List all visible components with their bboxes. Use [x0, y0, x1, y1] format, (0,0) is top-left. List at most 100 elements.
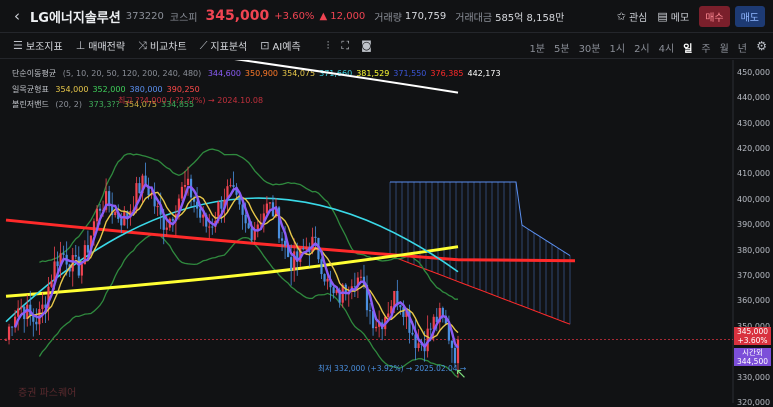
candle-body: [183, 184, 187, 187]
period-1[interactable]: 5분: [554, 40, 570, 55]
candle-body: [202, 214, 205, 218]
candle-body: [320, 259, 323, 275]
candle-body: [80, 264, 83, 276]
price-axis-tick: 430,000: [737, 118, 771, 128]
price-chart[interactable]: [0, 60, 773, 403]
tool-label: 보조지표: [25, 42, 63, 53]
candle-body: [20, 306, 23, 309]
amount-value: 585억 8,158만: [495, 12, 565, 24]
buy-button[interactable]: 매수: [699, 6, 730, 27]
low-annotation: 최저 332,000 (+3.92%) → 2025.02.04 →: [318, 364, 467, 373]
memo-button[interactable]: ▤ 메모: [657, 9, 689, 24]
period-7[interactable]: 주: [701, 40, 710, 55]
tool-label: AI예측: [272, 42, 301, 53]
settings-gear-icon[interactable]: ⚙: [756, 39, 767, 53]
candle-body: [387, 313, 390, 318]
candle-body: [374, 326, 378, 329]
candle-body: [250, 228, 253, 240]
candle-body: [62, 253, 65, 255]
trade-strategy-icon: ⊥: [75, 39, 86, 52]
after-hours-tag: 시간외 344,500: [734, 348, 771, 366]
candle-body: [86, 245, 90, 253]
camera-icon[interactable]: ◙: [361, 39, 372, 52]
candle-body: [305, 247, 308, 250]
candle-body: [265, 203, 268, 214]
candle-body: [417, 343, 420, 349]
price-axis-tick: 400,000: [737, 194, 771, 204]
stock-code: 373220: [125, 10, 164, 22]
last-price-tag-change: +3.60%: [737, 336, 768, 345]
price-axis-tick: 380,000: [737, 245, 771, 255]
candle-body: [359, 276, 363, 278]
tool-label: 비교차트: [149, 42, 187, 53]
period-5[interactable]: 4시: [659, 40, 675, 55]
last-price-tag: 345,000 +3.60%: [734, 327, 771, 345]
change-percent: +3.60%: [274, 10, 315, 22]
candle-body: [229, 185, 232, 187]
star-icon: ✩: [616, 10, 626, 23]
candle-body: [453, 347, 457, 364]
period-3[interactable]: 1시: [610, 40, 626, 55]
candle-body: [186, 178, 190, 185]
candle-body: [450, 340, 454, 348]
ai-icon: ⊡: [260, 39, 270, 52]
candle-body: [314, 236, 317, 238]
candle-body: [302, 248, 305, 250]
candle-body: [165, 227, 168, 230]
price-axis-tick: 390,000: [737, 220, 771, 230]
sliders-icon: ☰: [13, 39, 23, 52]
candle-body: [156, 206, 159, 208]
change-amount: ▲ 12,000: [319, 10, 366, 22]
period-4[interactable]: 2시: [634, 40, 650, 55]
watermark: 증권 파스퀘어: [18, 388, 77, 399]
candle-body: [77, 256, 80, 276]
candle-body: [35, 321, 38, 325]
fullscreen-icon[interactable]: ⛶: [341, 39, 349, 53]
ma480-line: [234, 60, 459, 94]
tool-indicator-analysis[interactable]: ⟋ 지표분석: [199, 38, 248, 54]
candle-body: [138, 183, 141, 194]
tool-compare-chart[interactable]: ⤨ 비교차트: [138, 38, 187, 54]
indicator-analysis-icon: ⟋: [199, 38, 208, 52]
compare-icon: ⤨: [138, 38, 147, 52]
candle-body: [199, 208, 202, 218]
sell-button[interactable]: 매도: [734, 6, 765, 27]
period-0[interactable]: 1분: [529, 40, 545, 55]
market-name: 코스피: [169, 12, 198, 24]
period-9[interactable]: 년: [738, 40, 747, 55]
candle-body: [247, 223, 250, 229]
period-2[interactable]: 30분: [579, 40, 601, 55]
after-hours-value: 344,500: [736, 357, 768, 366]
price-axis-tick: 370,000: [737, 270, 771, 280]
back-chevron-icon[interactable]: ‹: [6, 7, 28, 25]
candle-body: [4, 339, 8, 341]
period-8[interactable]: 월: [720, 40, 729, 55]
memo-label: 메모: [670, 13, 690, 24]
candle-body: [74, 255, 77, 257]
volume-value: 170,759: [404, 10, 447, 22]
candle-body: [41, 304, 44, 310]
candle-body: [232, 185, 235, 187]
tool-trade-strategy[interactable]: ⊥ 매매전략: [76, 38, 125, 53]
candle-body: [283, 240, 287, 246]
candle-body: [256, 224, 259, 230]
candle-body: [208, 226, 211, 228]
candle-body: [180, 186, 184, 199]
candle-body: [220, 201, 223, 209]
after-hours-label: 시간외: [742, 348, 763, 357]
arrow-up-left-icon: ↖: [455, 366, 467, 382]
amount-label: 거래대금: [455, 12, 493, 24]
chart-toolbar: ☰ 보조지표 ⊥ 매매전략 ⤨ 비교차트 ⟋ 지표분석 ⊡ AI예측 ⫶ ⛶ ◙ 1분 5분…: [0, 33, 773, 59]
candle-type-icon[interactable]: ⫶: [327, 39, 330, 53]
candle-body: [171, 218, 174, 221]
watch-label: 관심: [628, 13, 648, 24]
current-price: 345,000: [205, 8, 270, 24]
price-axis-tick: 440,000: [737, 93, 771, 103]
period-6[interactable]: 일: [683, 40, 692, 55]
candle-body: [326, 278, 329, 282]
tool-indicators[interactable]: ☰ 보조지표: [13, 38, 63, 53]
watch-button[interactable]: ✩ 관심: [617, 9, 648, 24]
period-selector: 1분 5분 30분 1시 2시 4시 일 주 월 년: [520, 40, 747, 55]
tool-ai-prediction[interactable]: ⊡ AI예측: [260, 38, 300, 53]
candle-body: [456, 339, 460, 364]
